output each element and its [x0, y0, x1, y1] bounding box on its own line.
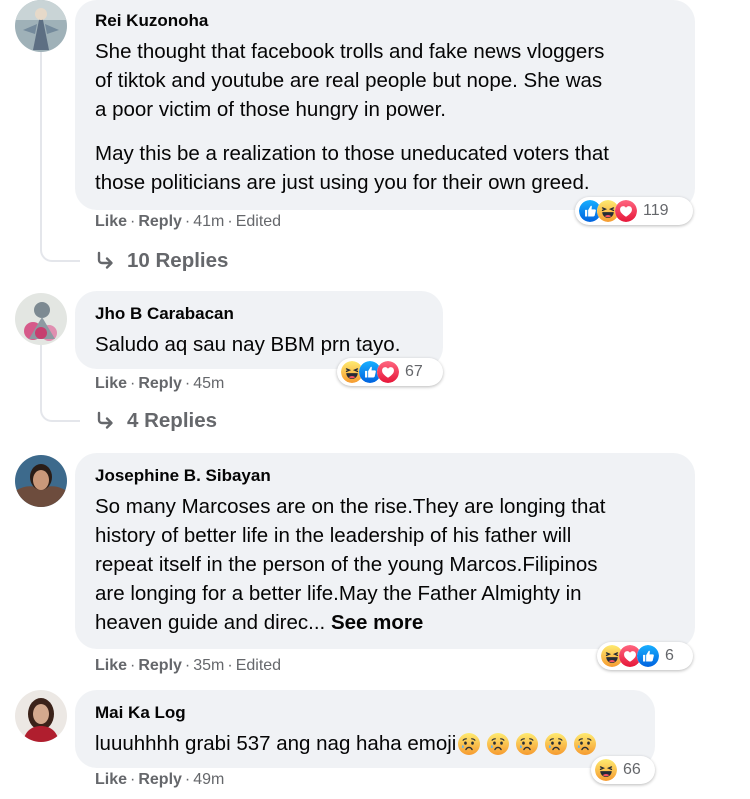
reaction-count: 66 [623, 761, 641, 778]
reply-button[interactable]: Reply [138, 375, 182, 392]
replies-count-label: 10 Replies [127, 249, 229, 272]
avatar[interactable] [15, 0, 67, 52]
reaction-summary[interactable]: 119 [575, 197, 693, 225]
like-icon [637, 645, 659, 667]
timestamp[interactable]: 45m [193, 375, 224, 392]
reaction-icons [579, 200, 637, 222]
reaction-icons [595, 759, 617, 781]
avatar[interactable] [15, 690, 67, 742]
timestamp[interactable]: 49m [193, 771, 224, 788]
like-button[interactable]: Like [95, 213, 127, 230]
like-button[interactable]: Like [95, 375, 127, 392]
reaction-count: 6 [665, 647, 674, 664]
reaction-icons [601, 645, 659, 667]
sad-crying-emoji-icon [574, 733, 596, 755]
comment-author[interactable]: Josephine B. Sibayan [95, 466, 271, 486]
reaction-count: 119 [643, 202, 669, 219]
comment-actions: Like · Reply · 49m [95, 771, 225, 788]
reaction-icons [341, 361, 399, 383]
comment-text-line: May this be a realization to those unedu… [95, 142, 609, 165]
timestamp[interactable]: 35m [193, 657, 224, 674]
thread-line [40, 345, 42, 405]
comment-text: So many Marcoses are on the rise.They ar… [95, 492, 606, 637]
avatar[interactable] [15, 455, 67, 507]
reaction-summary[interactable]: 6 [597, 642, 693, 670]
thread-line [40, 238, 80, 262]
reply-button[interactable]: Reply [138, 771, 182, 788]
edited-label: Edited [235, 213, 282, 230]
replies-count-label: 4 Replies [127, 409, 218, 432]
comment-text: Saludo aq sau nay BBM prn tayo. [95, 330, 400, 359]
reply-button[interactable]: Reply [138, 657, 182, 674]
comment-author[interactable]: Jho B Carabacan [95, 304, 234, 324]
love-icon [377, 361, 399, 383]
comment-text-line: luuuhhhh grabi 537 ang nag haha emoji [95, 732, 457, 755]
edited-label: Edited [235, 657, 282, 674]
comment-text-line: a poor victim of those hungry in power. [95, 98, 446, 121]
view-replies-button[interactable]: 4 Replies [95, 409, 217, 433]
reply-arrow-icon [95, 251, 115, 271]
comment-author[interactable]: Mai Ka Log [95, 703, 186, 723]
comment-text-line: those politicians are just using you for… [95, 171, 590, 194]
thread-line [40, 398, 80, 422]
comment-text-line: are longing for a better life.May the Fa… [95, 582, 582, 605]
truncated-text: heaven guide and direc... [95, 611, 326, 634]
sad-crying-emoji-icon [545, 733, 567, 755]
sad-crying-emoji-icon [516, 733, 538, 755]
comment-text-line: history of better life in the leadership… [95, 524, 572, 547]
reaction-count: 67 [405, 363, 423, 380]
timestamp[interactable]: 41m [193, 213, 224, 230]
sad-crying-emoji-icon [487, 733, 509, 755]
comment-text: luuuhhhh grabi 537 ang nag haha emoji [95, 729, 596, 758]
thread-line [40, 50, 42, 246]
comment-text-line: Saludo aq sau nay BBM prn tayo. [95, 333, 401, 356]
comment-text-line: heaven guide and direc... See more [95, 608, 606, 637]
view-replies-button[interactable]: 10 Replies [95, 249, 228, 273]
comment-actions: Like · Reply · 45m [95, 375, 225, 392]
comment-text-line: She thought that facebook trolls and fak… [95, 40, 605, 63]
haha-icon [595, 759, 617, 781]
comment-text-line: So many Marcoses are on the rise.They ar… [95, 495, 606, 518]
like-button[interactable]: Like [95, 657, 127, 674]
comment-actions: Like · Reply · 35m · Edited [95, 657, 282, 674]
like-button[interactable]: Like [95, 771, 127, 788]
comment-text-line: repeat itself in the person of the young… [95, 553, 598, 576]
reaction-summary[interactable]: 66 [591, 756, 655, 784]
comment-actions: Like · Reply · 41m · Edited [95, 213, 282, 230]
comment-text: May this be a realization to those unedu… [95, 139, 609, 197]
comment-text: She thought that facebook trolls and fak… [95, 37, 604, 124]
comment-text-line: of tiktok and youtube are real people bu… [95, 69, 603, 92]
reaction-summary[interactable]: 67 [337, 358, 443, 386]
comment-author[interactable]: Rei Kuzonoha [95, 11, 208, 31]
avatar[interactable] [15, 293, 67, 345]
see-more-link[interactable]: See more [331, 611, 423, 634]
reply-arrow-icon [95, 411, 115, 431]
reply-button[interactable]: Reply [138, 213, 182, 230]
love-icon [615, 200, 637, 222]
inline-emojis [458, 733, 596, 755]
sad-crying-emoji-icon [458, 733, 480, 755]
